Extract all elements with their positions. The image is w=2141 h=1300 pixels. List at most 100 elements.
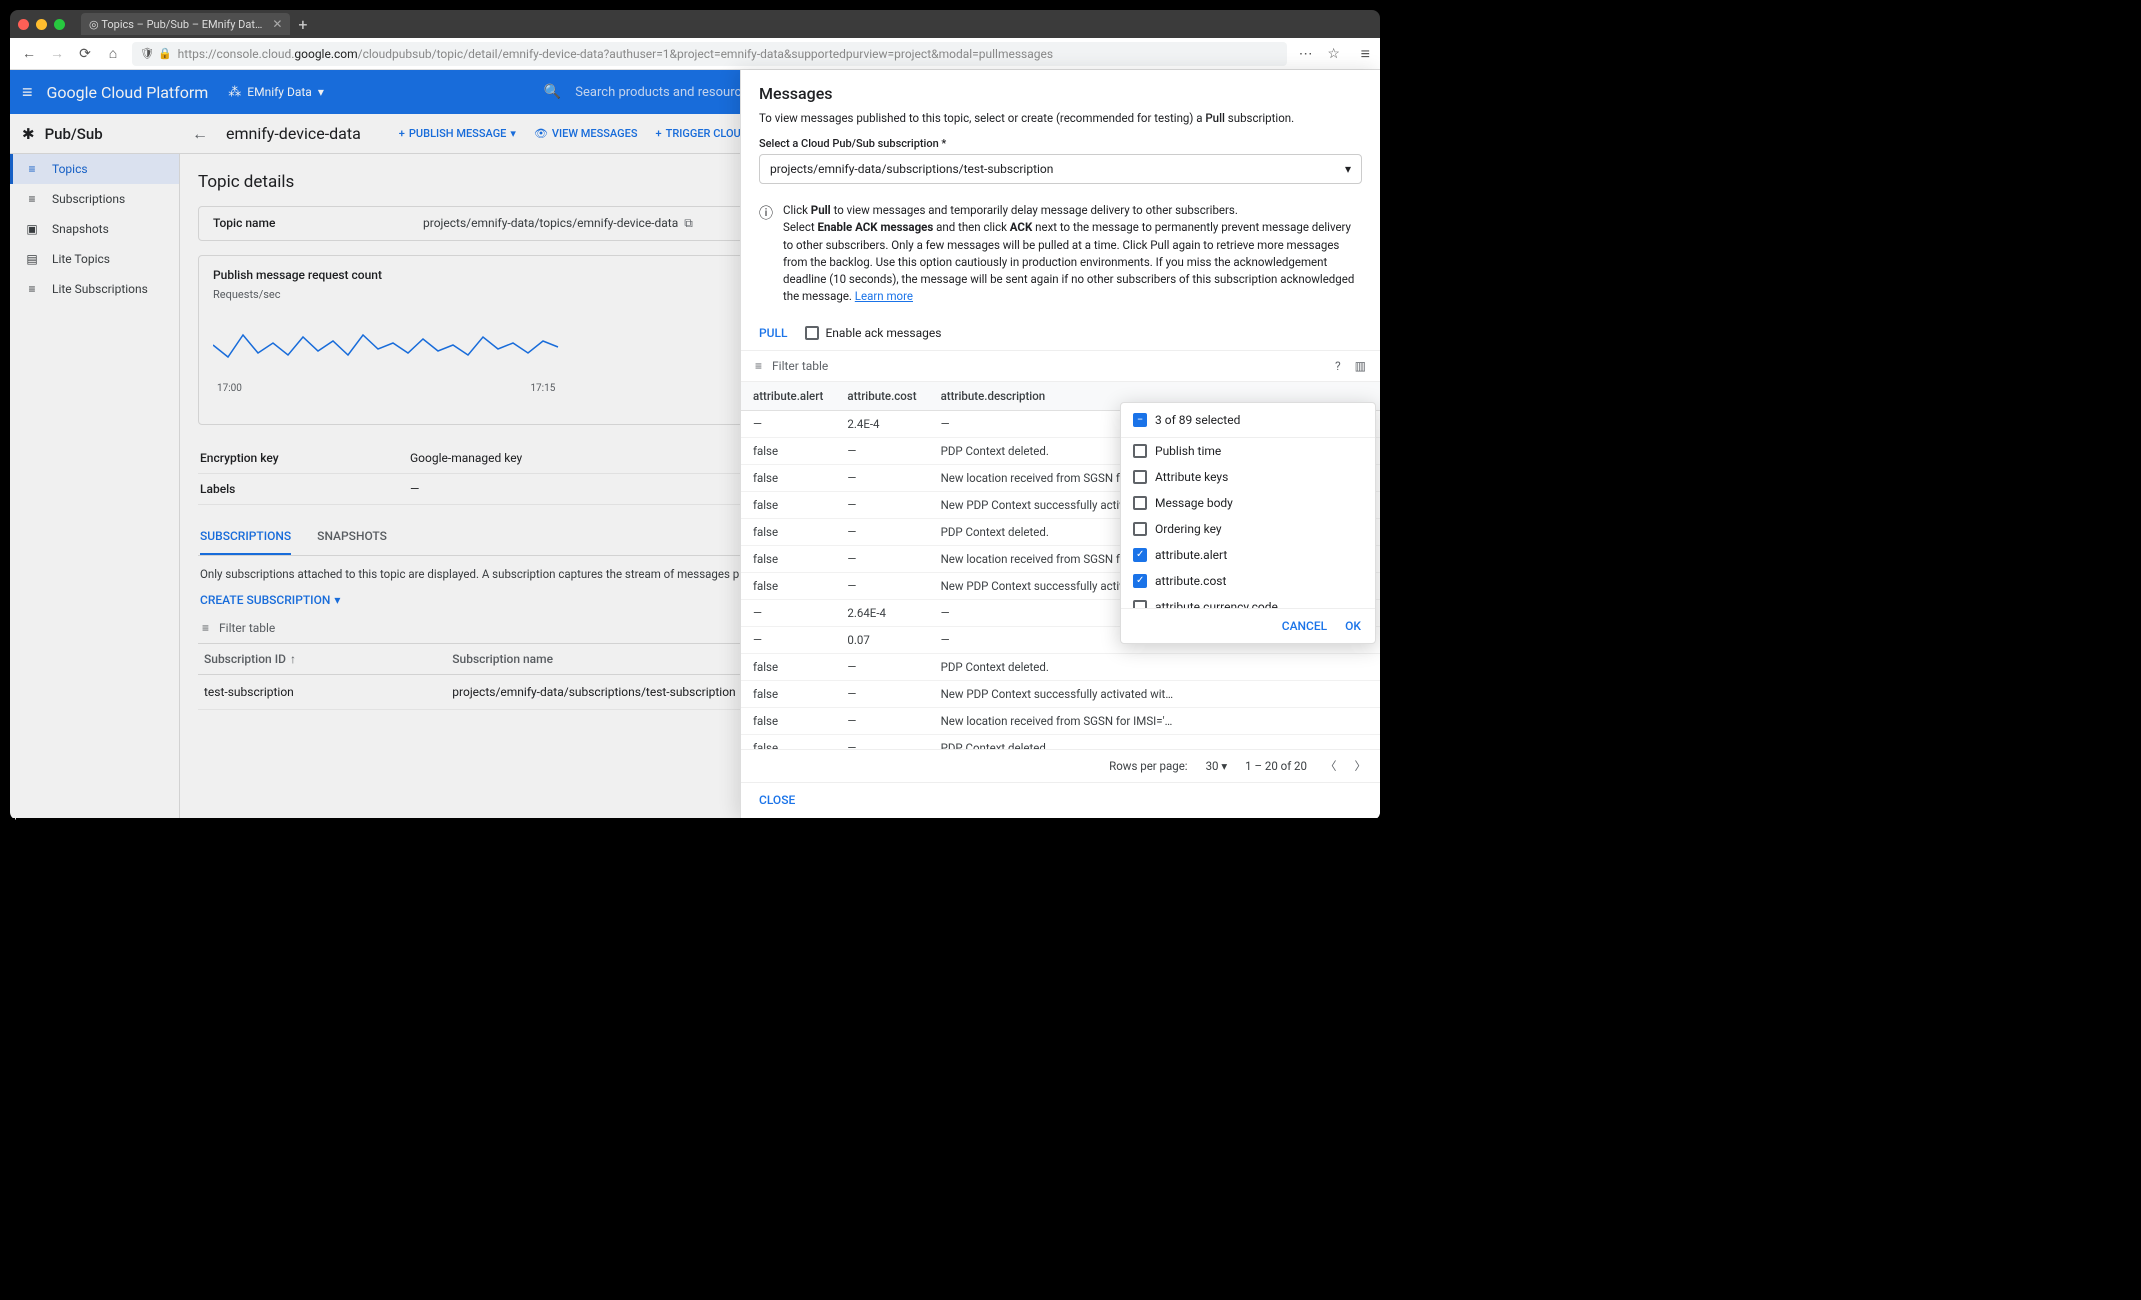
more-dots-icon[interactable]: ⋯ — [1297, 46, 1315, 62]
labels-value: — — [410, 482, 419, 496]
publish-message-button[interactable]: +PUBLISH MESSAGE▾ — [399, 127, 516, 140]
tab-snapshots[interactable]: SNAPSHOTS — [317, 519, 387, 555]
table-row[interactable]: false—New PDP Context successfully activ… — [741, 680, 1380, 707]
tab-subscriptions[interactable]: SUBSCRIPTIONS — [200, 519, 291, 555]
column-option-attribute-currency-code[interactable]: attribute.currency.code — [1121, 594, 1375, 608]
learn-more-link[interactable]: Learn more — [855, 289, 913, 303]
col-alert[interactable]: attribute.alert — [741, 382, 835, 411]
cell-description: New location received from SGSN for IMSI… — [929, 707, 1380, 734]
pull-button[interactable]: PULL — [759, 326, 787, 340]
home-icon[interactable]: ⌂ — [104, 45, 122, 62]
copy-icon[interactable]: ⧉ — [684, 216, 693, 230]
close-button[interactable]: CLOSE — [759, 793, 795, 807]
close-tab-icon[interactable]: ✕ — [272, 17, 282, 31]
help-icon[interactable]: ? — [1335, 359, 1341, 373]
nav-menu-icon[interactable]: ≡ — [22, 82, 33, 103]
ok-button[interactable]: OK — [1345, 619, 1361, 633]
cell-alert: false — [741, 518, 835, 545]
collapse-sidebar-icon[interactable]: ⟨ — [10, 818, 16, 820]
close-window[interactable] — [18, 19, 29, 30]
sidebar: ≡Topics≡Subscriptions▣Snapshots▤Lite Top… — [10, 154, 180, 818]
column-option-message-body[interactable]: Message body — [1121, 490, 1375, 516]
enable-ack-label: Enable ack messages — [825, 326, 941, 340]
plus-icon: + — [399, 127, 405, 140]
checkbox-icon — [1133, 496, 1147, 510]
labels-label: Labels — [200, 482, 410, 496]
cell-alert: false — [741, 464, 835, 491]
maximize-window[interactable] — [54, 19, 65, 30]
topic-name-value: projects/emnify-data/topics/emnify-devic… — [423, 216, 693, 231]
topic-name-label: Topic name — [213, 216, 423, 231]
search-icon: 🔍 — [544, 84, 561, 100]
sidebar-item-label: Topics — [52, 162, 88, 176]
enable-ack-checkbox[interactable]: Enable ack messages — [805, 326, 941, 340]
cell-cost: — — [835, 707, 928, 734]
messages-panel: Messages To view messages published to t… — [740, 70, 1380, 818]
next-page-icon[interactable]: 〉 — [1355, 758, 1367, 774]
panel-filter-bar: ≡ Filter table ? ▥ — [741, 351, 1380, 382]
table-pager: Rows per page: 30 ▾ 1 – 20 of 20 〈 〉 — [741, 749, 1380, 782]
column-option-attribute-cost[interactable]: attribute.cost — [1121, 568, 1375, 594]
project-name: EMnify Data — [247, 85, 312, 99]
bookmark-icon[interactable]: ☆ — [1325, 46, 1343, 62]
cell-alert: false — [741, 707, 835, 734]
columns-icon[interactable]: ▥ — [1355, 359, 1366, 373]
subscription-select[interactable]: projects/emnify-data/subscriptions/test-… — [759, 154, 1362, 184]
indeterminate-checkbox-icon[interactable]: − — [1133, 413, 1147, 427]
reload-icon[interactable]: ⟳ — [76, 46, 94, 62]
sidebar-item-snapshots[interactable]: ▣Snapshots — [10, 214, 179, 244]
column-option-attribute-keys[interactable]: Attribute keys — [1121, 464, 1375, 490]
cell-sub-id: test-subscription — [198, 675, 446, 710]
forward-icon[interactable]: → — [48, 45, 66, 62]
url-bar[interactable]: 🛡 🔒 https://console.cloud.google.com/clo… — [132, 42, 1287, 66]
filter-placeholder[interactable]: Filter table — [772, 359, 828, 373]
col-sub-id[interactable]: Subscription ID↑ — [198, 644, 446, 675]
checkbox-icon — [1133, 600, 1147, 608]
sidebar-item-subscriptions[interactable]: ≡Subscriptions — [10, 184, 179, 214]
prev-page-icon[interactable]: 〈 — [1325, 758, 1337, 774]
encryption-key-value: Google-managed key — [410, 451, 522, 465]
browser-menu-icon[interactable]: ≡ — [1361, 44, 1370, 64]
column-option-ordering-key[interactable]: Ordering key — [1121, 516, 1375, 542]
cell-cost: 0.07 — [835, 626, 928, 653]
cell-cost: — — [835, 491, 928, 518]
cell-alert: — — [741, 599, 835, 626]
project-picker[interactable]: ⁂ EMnify Data ▾ — [228, 85, 324, 100]
cell-description: PDP Context deleted. — [929, 734, 1380, 749]
cell-description: New PDP Context successfully activated w… — [929, 680, 1380, 707]
sidebar-item-lite-subscriptions[interactable]: ≡Lite Subscriptions — [10, 274, 179, 304]
back-arrow-icon[interactable]: ← — [192, 124, 208, 144]
column-option-label: attribute.alert — [1155, 548, 1227, 562]
column-option-label: attribute.currency.code — [1155, 600, 1278, 608]
column-option-label: Message body — [1155, 496, 1233, 510]
new-tab-button[interactable]: + — [298, 15, 307, 34]
minimize-window[interactable] — [36, 19, 47, 30]
view-messages-button[interactable]: 👁VIEW MESSAGES — [534, 127, 638, 140]
cell-alert: false — [741, 653, 835, 680]
table-row[interactable]: false—PDP Context deleted. — [741, 653, 1380, 680]
col-cost[interactable]: attribute.cost — [835, 382, 928, 411]
filter-icon: ≡ — [202, 621, 209, 635]
table-row[interactable]: false—New location received from SGSN fo… — [741, 707, 1380, 734]
cell-alert: — — [741, 626, 835, 653]
filter-icon: ≡ — [755, 359, 762, 373]
column-option-attribute-alert[interactable]: attribute.alert — [1121, 542, 1375, 568]
chevron-down-icon: ▾ — [318, 85, 324, 99]
cell-description: PDP Context deleted. — [929, 653, 1380, 680]
project-icon: ⁂ — [228, 85, 241, 100]
cell-cost: 2.64E-4 — [835, 599, 928, 626]
cell-alert: false — [741, 545, 835, 572]
cancel-button[interactable]: CANCEL — [1282, 619, 1327, 633]
column-option-publish-time[interactable]: Publish time — [1121, 438, 1375, 464]
back-icon[interactable]: ← — [20, 45, 38, 62]
panel-title: Messages — [741, 70, 1380, 107]
header-search[interactable]: 🔍 Search products and resources — [544, 84, 755, 100]
cell-alert: false — [741, 680, 835, 707]
eye-icon: 👁 — [534, 127, 548, 140]
sidebar-item-lite-topics[interactable]: ▤Lite Topics — [10, 244, 179, 274]
tab-title: Topics – Pub/Sub – EMnify Dat… — [101, 18, 262, 31]
browser-tab[interactable]: ◎ Topics – Pub/Sub – EMnify Dat… ✕ — [81, 13, 290, 35]
table-row[interactable]: false—PDP Context deleted. — [741, 734, 1380, 749]
sidebar-item-topics[interactable]: ≡Topics — [10, 154, 179, 184]
rows-per-page-select[interactable]: 30 ▾ — [1206, 759, 1228, 773]
